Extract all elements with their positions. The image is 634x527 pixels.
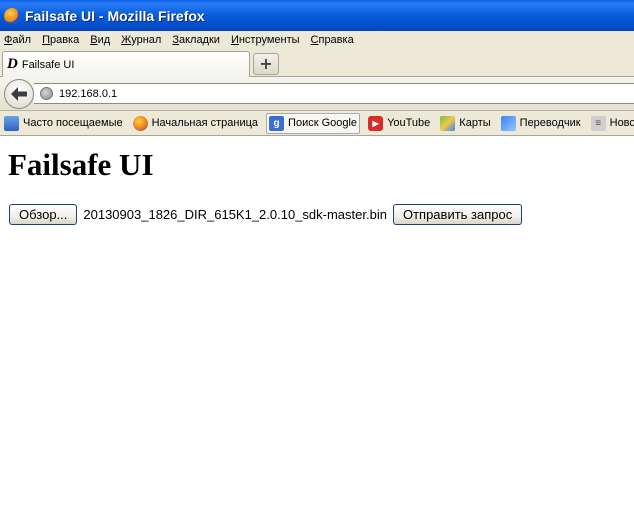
page-title: Failsafe UI: [8, 147, 154, 182]
menu-file[interactable]: Файл: [4, 34, 31, 46]
menu-history[interactable]: Журнал: [121, 34, 161, 46]
firmware-upload-form: Обзор... 20130903_1826_DIR_615K1_2.0.10_…: [9, 204, 523, 225]
tab-failsafe-ui[interactable]: D Failsafe UI: [2, 51, 250, 77]
back-button[interactable]: [4, 79, 34, 109]
page-content: Failsafe UI Обзор... 20130903_1826_DIR_6…: [0, 137, 634, 527]
menu-bookmarks[interactable]: Закладки: [172, 34, 220, 46]
translate-icon: [500, 115, 516, 131]
menu-view[interactable]: Вид: [90, 34, 110, 46]
url-text: 192.168.0.1: [59, 87, 118, 100]
menu-help[interactable]: Справка: [311, 34, 354, 46]
bookmark-news[interactable]: ≡ Новости: [589, 113, 634, 134]
browse-button[interactable]: Обзор...: [9, 204, 78, 225]
tab-label: Failsafe UI: [21, 58, 75, 71]
navigation-bar: 192.168.0.1: [0, 77, 634, 111]
menu-tools[interactable]: Инструменты: [231, 34, 300, 46]
tab-strip: D Failsafe UI +: [0, 49, 634, 77]
firefox-icon: [4, 7, 20, 24]
window-titlebar: Failsafe UI - Mozilla Firefox: [0, 0, 634, 31]
url-bar[interactable]: 192.168.0.1: [34, 83, 634, 104]
google-icon: g: [269, 115, 285, 131]
globe-icon: [40, 87, 53, 100]
youtube-icon: ▶: [368, 115, 384, 131]
new-tab-button[interactable]: +: [253, 53, 279, 75]
often-visited-icon: [4, 115, 19, 131]
bookmark-youtube[interactable]: ▶ YouTube: [366, 113, 432, 134]
bookmark-google-search[interactable]: g Поиск Google: [266, 112, 361, 134]
submit-button[interactable]: Отправить запрос: [392, 204, 523, 225]
bookmark-translate[interactable]: Переводчик: [499, 113, 583, 134]
bookmark-most-visited[interactable]: Часто посещаемые: [2, 113, 125, 134]
firefox-icon: [132, 115, 148, 131]
bookmark-start-page[interactable]: Начальная страница: [131, 113, 260, 134]
maps-icon: [440, 115, 456, 131]
bookmarks-toolbar: Часто посещаемые Начальная страница g По…: [0, 111, 634, 136]
back-arrow-icon: [11, 87, 27, 101]
menubar: Файл Правка Вид Журнал Закладки Инструме…: [0, 31, 634, 49]
dlink-favicon-icon: D: [7, 56, 18, 72]
selected-filename: 20130903_1826_DIR_615K1_2.0.10_sdk-maste…: [83, 207, 387, 222]
news-icon: ≡: [590, 115, 606, 131]
window-title: Failsafe UI - Mozilla Firefox: [25, 7, 205, 24]
bookmark-maps[interactable]: Карты: [438, 113, 492, 134]
menu-edit[interactable]: Правка: [42, 34, 79, 46]
